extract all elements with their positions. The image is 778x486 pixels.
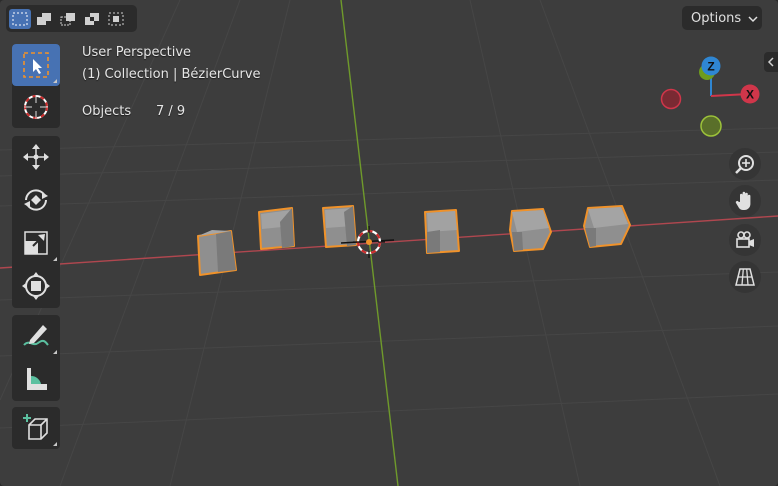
cursor-tool[interactable] [12, 86, 60, 128]
3d-cursor[interactable] [353, 226, 385, 258]
annotate-tool[interactable] [12, 315, 60, 357]
measure-tool[interactable] [12, 358, 60, 400]
x-axis-negative[interactable] [660, 88, 682, 110]
x-axis-label: X [746, 88, 754, 102]
select-box-tool[interactable] [12, 44, 60, 86]
camera-icon [736, 231, 754, 248]
cube-object[interactable] [424, 209, 460, 254]
z-axis-label: Z [707, 60, 714, 74]
tool-group-add [12, 407, 60, 449]
tool-group-transform [12, 136, 60, 308]
select-box-subtract-icon[interactable] [57, 9, 79, 29]
move-tool[interactable] [12, 136, 60, 178]
zoom-icon [735, 155, 754, 174]
stats-label: Objects [82, 104, 132, 119]
scale-icon [24, 231, 48, 255]
3d-viewport[interactable]: Options User Perspective (1) Collection … [0, 0, 778, 486]
add-cube-icon [23, 414, 48, 440]
transform-tool[interactable] [12, 265, 60, 307]
stats-value: 7 / 9 [156, 104, 186, 119]
chevron-down-icon [748, 16, 758, 23]
pan-button[interactable] [729, 185, 761, 217]
annotate-icon [23, 325, 49, 346]
measure-icon [27, 368, 47, 390]
cube-object[interactable] [258, 207, 295, 250]
camera-view-button[interactable] [729, 224, 761, 256]
cube-object[interactable] [509, 208, 552, 252]
move-icon [23, 144, 49, 170]
x-axis-line [0, 215, 778, 269]
select-box-icon [23, 52, 49, 78]
scale-tool[interactable] [12, 222, 60, 264]
hand-icon [735, 191, 751, 210]
rotate-icon [24, 189, 48, 211]
grid-perspective-icon [735, 268, 755, 286]
cube-object[interactable] [322, 205, 357, 248]
collection-info: (1) Collection | BézierCurve [82, 67, 261, 82]
perspective-toggle-button[interactable] [729, 261, 761, 293]
select-box-difference-icon[interactable] [81, 9, 103, 29]
select-box-new-icon[interactable] [9, 8, 31, 29]
sidebar-toggle[interactable] [764, 52, 778, 72]
y-axis-negative[interactable] [700, 115, 722, 137]
options-dropdown[interactable]: Options [682, 6, 762, 30]
cursor-icon [24, 95, 48, 119]
select-box-extend-icon[interactable] [33, 9, 55, 29]
view-name: User Perspective [82, 45, 192, 60]
cube-object[interactable] [583, 205, 631, 248]
transform-icon [22, 272, 50, 300]
zoom-button[interactable] [729, 148, 761, 180]
chevron-left-icon [767, 57, 774, 67]
tool-group-annotate [12, 315, 60, 401]
navigation-gizmo[interactable]: Z X [655, 52, 770, 142]
tool-group-select [12, 44, 60, 128]
cube-object[interactable] [197, 230, 237, 276]
add-cube-tool[interactable] [12, 407, 60, 449]
selection-mode-group [6, 5, 137, 32]
rotate-tool[interactable] [12, 179, 60, 221]
options-label: Options [691, 10, 742, 26]
select-box-intersect-icon[interactable] [105, 9, 127, 29]
